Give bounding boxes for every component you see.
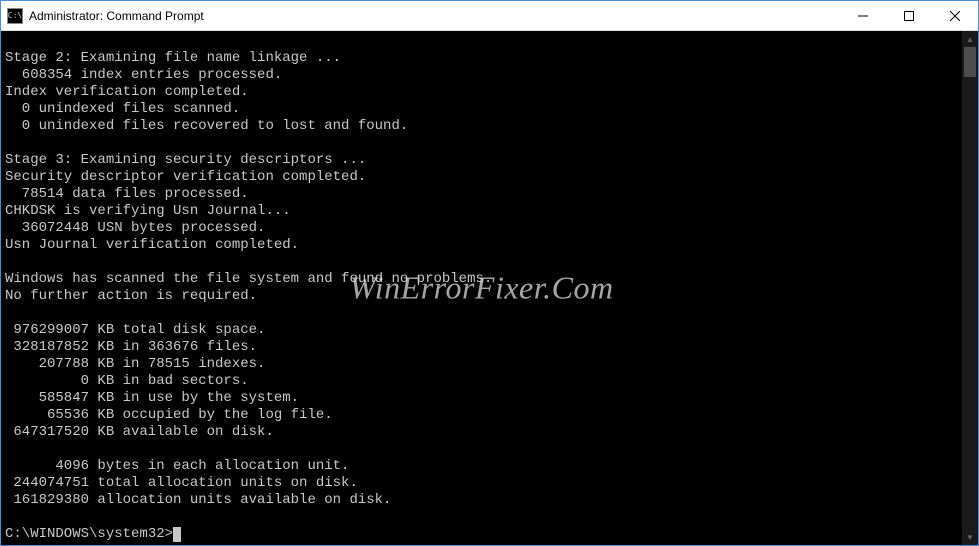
window-title: Administrator: Command Prompt bbox=[29, 9, 840, 23]
minimize-icon bbox=[858, 11, 868, 21]
terminal-container: Stage 2: Examining file name linkage ...… bbox=[1, 31, 978, 545]
window-controls bbox=[840, 1, 978, 30]
scroll-thumb[interactable] bbox=[964, 47, 976, 77]
terminal-output[interactable]: Stage 2: Examining file name linkage ...… bbox=[1, 31, 962, 545]
scroll-up-arrow[interactable]: ▲ bbox=[962, 31, 978, 47]
titlebar[interactable]: C:\ Administrator: Command Prompt bbox=[1, 1, 978, 31]
cursor bbox=[173, 527, 181, 542]
close-button[interactable] bbox=[932, 1, 978, 30]
cmd-icon: C:\ bbox=[7, 8, 23, 24]
scrollbar[interactable]: ▲ ▼ bbox=[962, 31, 978, 545]
minimize-button[interactable] bbox=[840, 1, 886, 30]
prompt: C:\WINDOWS\system32> bbox=[5, 526, 173, 542]
close-icon bbox=[950, 11, 960, 21]
maximize-button[interactable] bbox=[886, 1, 932, 30]
scroll-track[interactable] bbox=[962, 47, 978, 529]
command-prompt-window: C:\ Administrator: Command Prompt Stage … bbox=[0, 0, 979, 546]
terminal-text: Stage 2: Examining file name linkage ...… bbox=[5, 50, 492, 508]
maximize-icon bbox=[904, 11, 914, 21]
scroll-down-arrow[interactable]: ▼ bbox=[962, 529, 978, 545]
